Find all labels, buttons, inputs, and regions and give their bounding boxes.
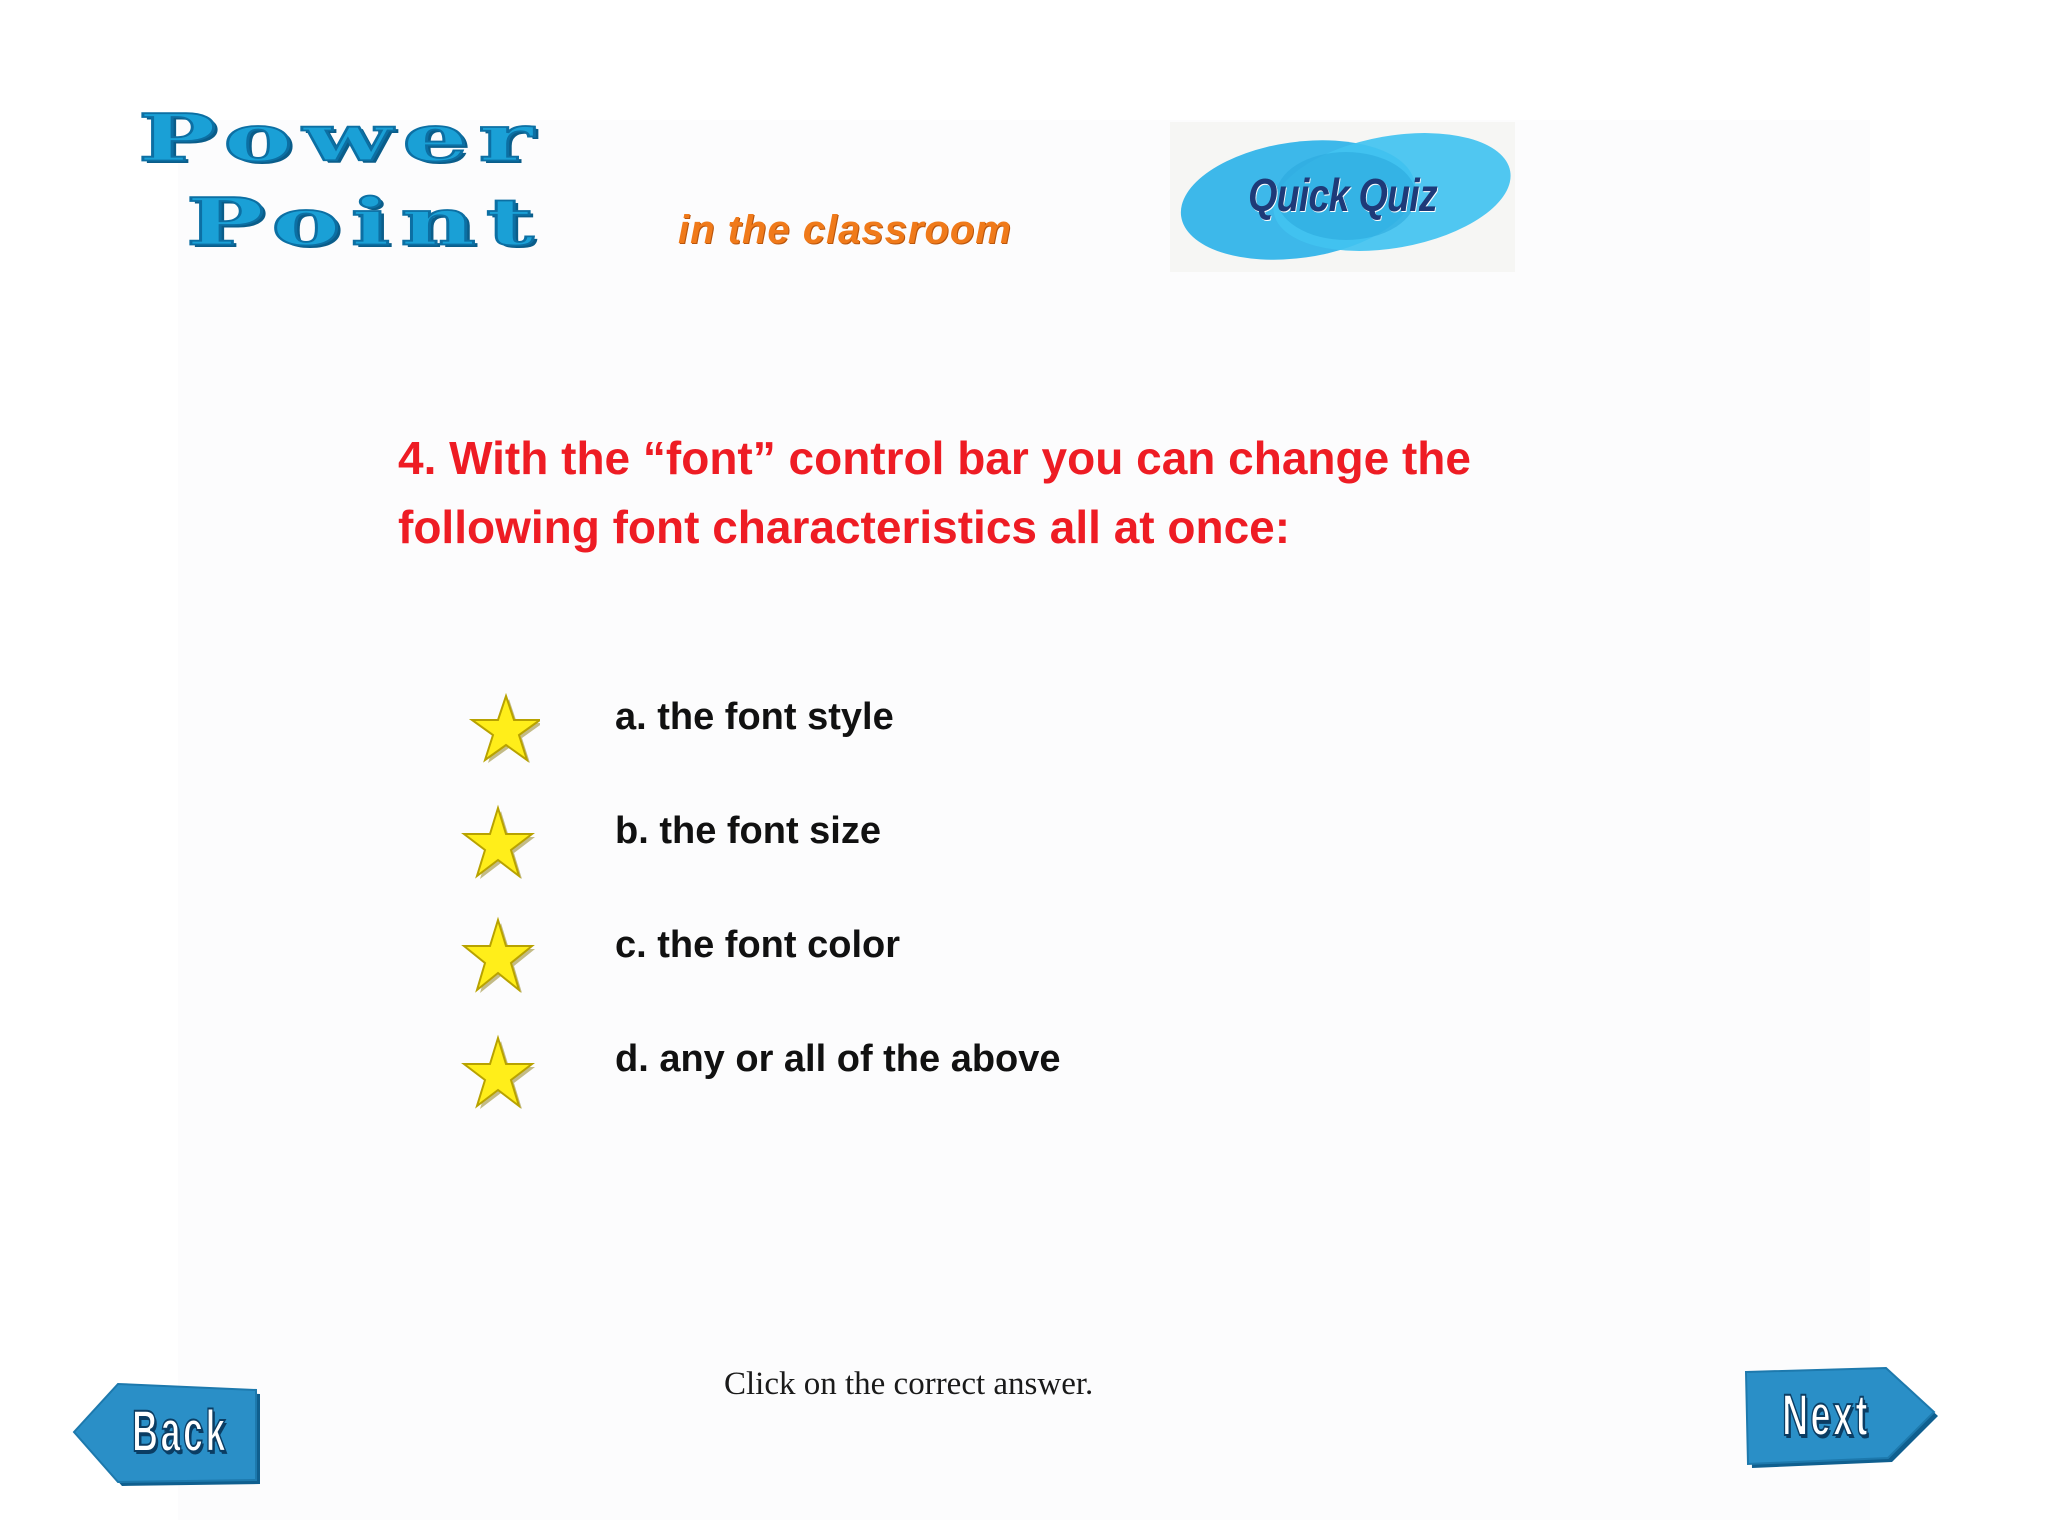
powerpoint-logo: Power Point in the classroom bbox=[136, 99, 1058, 276]
badge-label: Quick Quiz bbox=[1248, 169, 1438, 221]
answer-option-b[interactable]: b. the font size bbox=[460, 802, 1220, 882]
answer-label[interactable]: c. the font color bbox=[615, 924, 900, 967]
star-icon[interactable] bbox=[460, 688, 540, 768]
logo-word-power: Power bbox=[136, 99, 544, 177]
back-button[interactable]: Back bbox=[66, 1378, 266, 1488]
answer-label[interactable]: b. the font size bbox=[615, 810, 881, 853]
star-icon[interactable] bbox=[460, 916, 540, 996]
answer-option-a[interactable]: a. the font style bbox=[460, 688, 1220, 768]
question-line-1: 4. With the “font” control bar you can c… bbox=[398, 432, 1471, 484]
answer-label[interactable]: d. any or all of the above bbox=[615, 1038, 1061, 1081]
logo-word-point: Point bbox=[185, 183, 544, 261]
question-line-2: following font characteristics all at on… bbox=[398, 501, 1291, 553]
answer-option-d[interactable]: d. any or all of the above bbox=[460, 1030, 1220, 1110]
quiz-slide: Power Point in the classroom Quick Quiz … bbox=[0, 0, 2048, 1536]
back-label[interactable]: Back bbox=[118, 1398, 242, 1465]
answer-label[interactable]: a. the font style bbox=[615, 696, 894, 739]
star-icon[interactable] bbox=[460, 802, 540, 882]
star-icon[interactable] bbox=[460, 1030, 540, 1110]
next-button[interactable]: Next bbox=[1740, 1362, 1940, 1472]
next-label[interactable]: Next bbox=[1764, 1382, 1888, 1449]
quick-quiz-badge: Quick Quiz bbox=[1170, 122, 1515, 272]
answer-option-c[interactable]: c. the font color bbox=[460, 916, 1220, 996]
question-text: 4. With the “font” control bar you can c… bbox=[398, 424, 1658, 562]
logo-tagline: in the classroom bbox=[678, 208, 1012, 252]
instruction-text: Click on the correct answer. bbox=[724, 1366, 1094, 1402]
